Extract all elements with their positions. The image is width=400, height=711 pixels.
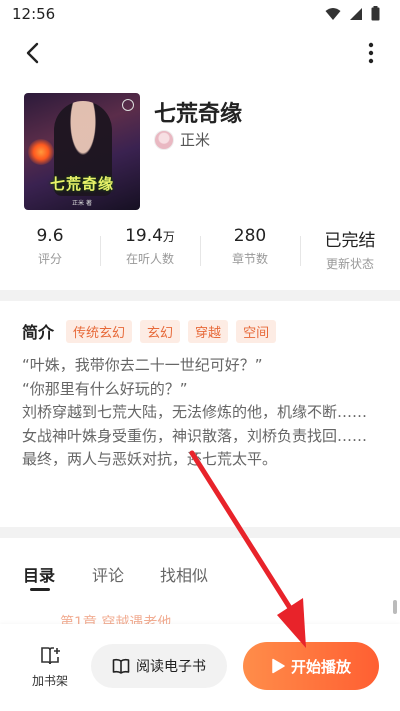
add-to-shelf-label: 加书架 [31,674,68,688]
stat-value: 已完结 [324,231,376,251]
scrollbar[interactable] [393,600,397,614]
intro-header: 简介 传统玄幻 玄幻 穿越 空间 [22,319,277,343]
tag-chip[interactable]: 穿越 [188,319,229,343]
stat-rating: 9.6 评分 [0,226,100,276]
intro-line: “叶姝，我带你去二十一世纪可好？” [22,356,263,374]
stat-chapters: 280 章节数 [200,226,300,276]
tag-chip[interactable]: 空间 [236,319,277,343]
stat-label: 章节数 [231,252,268,266]
author-name: 正米 [180,131,211,149]
read-ebook-button[interactable]: 阅读电子书 [91,644,227,688]
stat-value: 280 [233,226,267,246]
intro-text: “叶姝，我带你去二十一世纪可好？” “你那里有什么好玩的？” 刘桥穿越到七荒大陆… [22,354,384,472]
more-options-icon[interactable] [366,40,376,66]
cover-title: 七荒奇缘 [49,175,114,193]
stat-value: 9.6 [36,226,64,246]
stat-value: 19.4万 [125,226,175,246]
author-avatar [154,129,174,150]
book-header: 七荒奇缘 正米 著 七荒奇缘 正米 9.6 评分 19.4万 在听人数 280 … [0,78,400,290]
intro-section: 简介 传统玄幻 玄幻 穿越 空间 “叶姝，我带你去二十一世纪可好？” “你那里有… [0,301,400,527]
stat-label: 评分 [37,252,62,266]
stat-label: 在听人数 [125,252,174,266]
tag-chip[interactable]: 玄幻 [140,319,181,343]
status-bar: 12:56 [0,0,400,28]
tab-comments[interactable]: 评论 [92,562,124,586]
intro-line: “你那里有什么好玩的？” [22,379,188,398]
status-time: 12:56 [12,5,56,23]
intro-line: 女战神叶姝身受重伤，神识散落，刘桥负责找回…… [22,426,368,445]
open-book-icon [112,658,130,674]
author-row[interactable]: 正米 [154,129,210,150]
book-cover[interactable]: 七荒奇缘 正米 著 [24,93,140,210]
cover-glow [28,139,54,165]
read-ebook-label: 阅读电子书 [136,659,206,675]
cover-stamp [122,99,134,111]
bottom-bar: 加书架 阅读电子书 开始播放 [0,624,400,711]
intro-line: 最终，两人与恶妖对抗，还七荒太平。 [22,450,278,468]
wifi-icon [325,7,341,20]
start-play-button[interactable]: 开始播放 [243,642,379,690]
stat-label: 更新状态 [325,257,374,271]
battery-icon [371,6,380,21]
top-bar [0,28,400,78]
chapter-list-peek: 第1章 穿越遇老他 [0,594,400,631]
bookshelf-add-icon [41,647,60,665]
intro-line: 刘桥穿越到七荒大陆，无法修炼的他，机缘不断…… [22,403,368,421]
tag-chip[interactable]: 传统玄幻 [66,319,133,343]
signal-icon [350,7,362,20]
play-icon [272,658,285,674]
active-tab-indicator [30,588,50,591]
intro-title: 简介 [22,323,55,342]
tab-catalog[interactable]: 目录 [23,562,55,586]
stats-row: 9.6 评分 19.4万 在听人数 280 章节数 已完结 更新状态 [0,226,400,276]
back-arrow-icon[interactable] [20,40,46,66]
tab-bar: 目录 评论 找相似 [0,538,400,594]
stat-status: 已完结 更新状态 [300,226,400,276]
tab-similar[interactable]: 找相似 [160,562,208,586]
start-play-label: 开始播放 [290,657,351,676]
add-to-shelf-button[interactable]: 加书架 [26,646,74,689]
status-icons [325,6,380,21]
stat-listeners: 19.4万 在听人数 [100,226,200,276]
book-title: 七荒奇缘 [154,102,243,127]
cover-author: 正米 著 [72,200,92,207]
